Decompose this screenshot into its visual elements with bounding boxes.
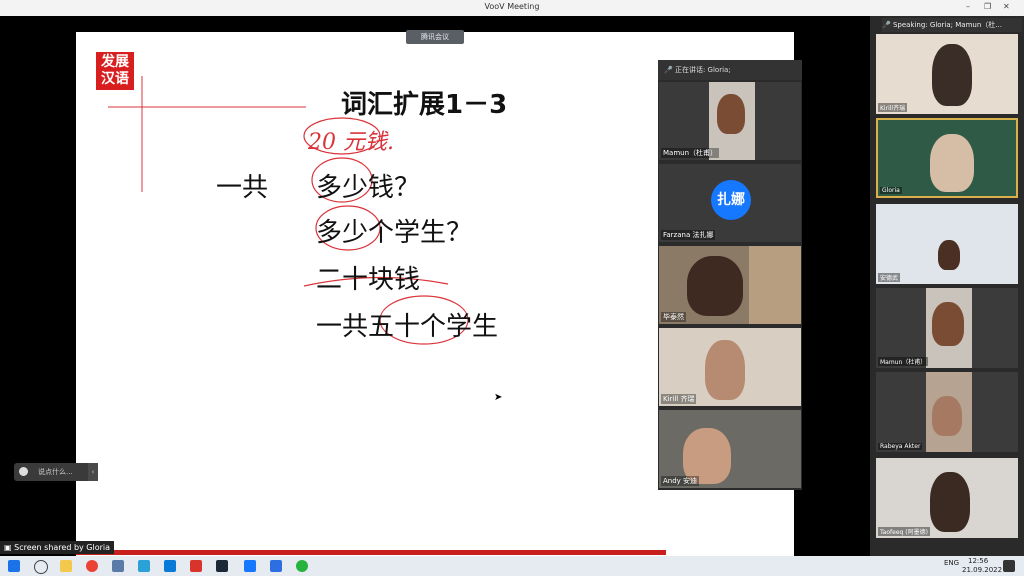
mic-icon: 🎤 <box>664 66 673 74</box>
gallery-tile-gloria[interactable]: Gloria <box>876 118 1018 198</box>
speaking-indicator: 🎤 Speaking: Gloria; Mamun（杜... <box>882 18 1022 32</box>
clock-time[interactable]: 12:56 <box>968 557 988 565</box>
word-yigong-wushi: 一共五十个学生 <box>316 312 499 342</box>
participant-name: 安德武 <box>878 273 901 282</box>
slide-footer-bar <box>76 550 666 555</box>
word-yigong: 一共 <box>216 173 269 203</box>
person-figure <box>932 44 972 106</box>
gallery-tile-rabeya[interactable]: Rabeya Akter <box>876 372 1018 452</box>
word-duoshao-qian: 多少钱？ <box>316 173 421 203</box>
bookshelf <box>749 246 801 324</box>
video-tile-mamun[interactable]: Mamun（杜甫） <box>659 82 801 160</box>
meeting-badge[interactable]: 腾讯会议 <box>406 30 464 44</box>
gallery-tile-taofeeq[interactable]: Taofeeq (阿墨德) <box>876 458 1018 538</box>
participant-name: Gloria <box>880 187 902 194</box>
steam-icon[interactable] <box>216 560 228 572</box>
speaking-header: 🎤 正在讲话: Gloria; <box>658 60 802 80</box>
language-indicator[interactable]: ENG <box>944 559 959 567</box>
gallery-tile-mamun[interactable]: Mamun（杜甫） <box>876 288 1018 368</box>
speaking-header-label: 正在讲话: Gloria; <box>674 66 731 74</box>
person-figure <box>717 94 745 134</box>
video-panel: 🎤 正在讲话: Gloria; Mamun（杜甫） 扎娜 Farzana 法扎娜… <box>658 60 802 490</box>
speaking-indicator-label: Speaking: Gloria; Mamun（杜... <box>892 21 1002 29</box>
handwritten-annotation: 20 元钱. <box>308 130 394 155</box>
person-figure <box>938 240 960 270</box>
participant-name: Andy 安迪 <box>661 476 700 486</box>
wechat-icon[interactable] <box>296 560 308 572</box>
emoji-icon[interactable] <box>19 467 28 476</box>
search-icon[interactable] <box>34 560 48 574</box>
person-figure <box>930 472 970 532</box>
notification-icon[interactable] <box>1003 560 1015 572</box>
participant-name: Taofeeq (阿墨德) <box>878 527 930 536</box>
video-tile-andy[interactable]: Andy 安迪 <box>659 410 801 488</box>
clock-date: 21.09.2022 <box>962 566 1003 574</box>
word-ershi-kuai-qian: 二十块钱 <box>316 265 421 295</box>
edge-icon[interactable] <box>164 560 176 572</box>
word-duoshao-xuesheng: 多少个学生？ <box>316 218 473 248</box>
person-figure <box>932 302 964 346</box>
app-icon[interactable] <box>112 560 124 572</box>
chat-placeholder: 说点什么... <box>38 468 73 476</box>
chevron-left-icon[interactable]: ‹ <box>88 463 98 481</box>
windows-taskbar: ENG 12:56 21.09.2022 <box>0 556 1024 576</box>
screen-share-icon: ▣ <box>4 543 12 552</box>
participant-name: Farzana 法扎娜 <box>661 230 716 240</box>
participant-name: Mamun（杜甫） <box>661 148 720 158</box>
shared-screen-stage: 发展 汉语 词汇扩展1－3 20 元钱. 一共 多少钱？ 多少个学生？ 二十块钱… <box>0 16 870 572</box>
gallery-tile-andewu[interactable]: 安德武 <box>876 204 1018 284</box>
minimize-button[interactable]: – <box>966 2 970 11</box>
gallery-tile-kirill[interactable]: Kirill齐瑞 <box>876 34 1018 114</box>
participant-name: 毕泰然 <box>661 312 686 322</box>
person-figure <box>687 256 743 316</box>
person-figure <box>705 340 745 400</box>
person-figure <box>930 134 974 192</box>
avatar: 扎娜 <box>711 180 751 220</box>
mouse-pointer-icon: ➤ <box>494 392 503 403</box>
chrome-icon[interactable] <box>86 560 98 572</box>
participant-name: Mamun（杜甫） <box>878 357 929 366</box>
mic-icon: 🎤 <box>882 21 891 29</box>
participant-name: Rabeya Akter <box>878 443 923 450</box>
meeting-badge-label: 腾讯会议 <box>421 33 449 41</box>
window-titlebar: VooV Meeting – ❐ ✕ <box>0 0 1024 16</box>
close-button[interactable]: ✕ <box>1003 2 1010 11</box>
person-figure <box>932 396 962 436</box>
file-explorer-icon[interactable] <box>60 560 72 572</box>
participant-name: Kirill齐瑞 <box>878 103 908 112</box>
telegram-icon[interactable] <box>138 560 150 572</box>
chat-input[interactable]: 说点什么... ‹ <box>14 463 98 481</box>
video-tile-kirill[interactable]: Kirill 齐瑞 <box>659 328 801 406</box>
maximize-button[interactable]: ❐ <box>984 2 991 11</box>
app-icon[interactable] <box>270 560 282 572</box>
participant-gallery: 🎤 Speaking: Gloria; Mamun（杜... Kirill齐瑞 … <box>870 16 1024 556</box>
participant-name: Kirill 齐瑞 <box>661 394 697 404</box>
window-title: VooV Meeting <box>484 2 540 11</box>
video-tile-farzana[interactable]: 扎娜 Farzana 法扎娜 <box>659 164 801 242</box>
screen-share-label: Screen shared by Gloria <box>14 543 111 552</box>
video-tile-bitairan[interactable]: 毕泰然 <box>659 246 801 324</box>
windows-start-icon[interactable] <box>8 560 20 572</box>
voov-icon[interactable] <box>244 560 256 572</box>
screen-share-indicator[interactable]: ▣ Screen shared by Gloria <box>0 541 115 554</box>
app-icon[interactable] <box>190 560 202 572</box>
